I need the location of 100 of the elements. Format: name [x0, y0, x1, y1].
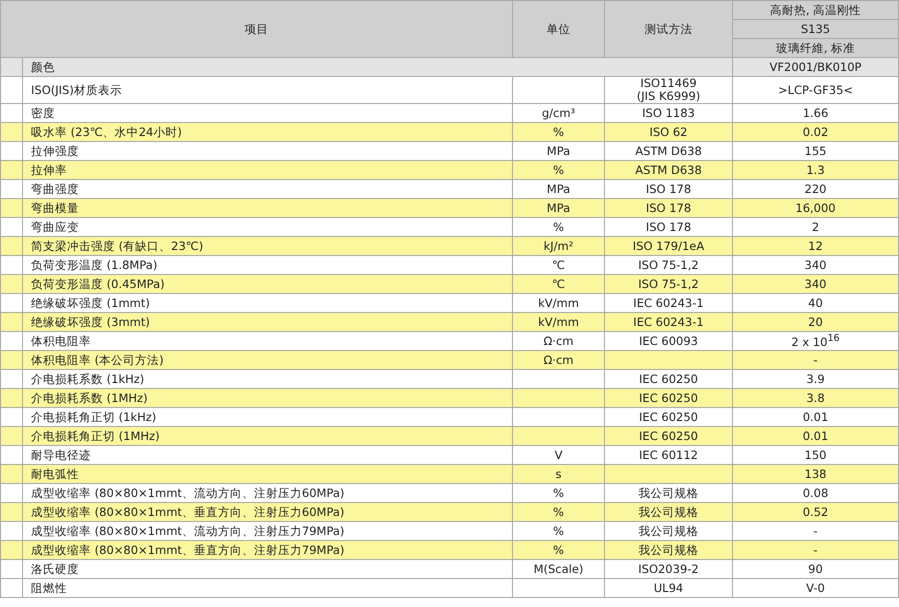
table-cell: ISO 178 — [646, 221, 692, 234]
table-cell: 耐导电径迹 — [31, 448, 91, 462]
column-header: 项目 — [0, 0, 512, 58]
table-cell: 12 — [808, 239, 823, 253]
table-cell: 0.08 — [802, 486, 828, 500]
table-cell: 138 — [804, 467, 826, 481]
table-cell: ISO(JIS)材质表示 — [31, 83, 122, 97]
table-cell: ISO 75-1,2 — [638, 259, 699, 272]
table-cell: ISO11469 (JIS K6999) — [636, 77, 700, 103]
table-cell: 我公司规格 — [638, 544, 698, 557]
table-cell: - — [813, 353, 818, 367]
table-cell: 3.9 — [806, 372, 825, 386]
table-cell: % — [553, 220, 564, 234]
table-cell: 弯曲应变 — [31, 220, 79, 234]
table-cell: % — [553, 543, 564, 557]
table-cell: 1.3 — [806, 163, 825, 177]
table-cell: % — [553, 524, 564, 538]
table-cell: kV/mm — [538, 315, 579, 329]
table-cell: Ω·cm — [544, 353, 574, 367]
table-cell: % — [553, 486, 564, 500]
table-cell: 简支梁冲击强度 (有缺口、23℃) — [31, 239, 204, 253]
table-cell: - — [813, 543, 818, 557]
table-cell: 体积电阻率 — [31, 334, 91, 348]
table-cell: 成型收缩率 (80×80×1mmt、流动方向、注射压力79MPa) — [31, 524, 344, 538]
column-header: 单位 — [512, 0, 604, 58]
table-cell: IEC 60093 — [639, 335, 698, 348]
table-cell: kJ/m² — [544, 239, 574, 253]
table-cell: 绝缘破坏强度 (1mmt) — [31, 296, 150, 310]
table-cell: 负荷变形温度 (0.45MPa) — [31, 277, 165, 291]
table-cell: UL94 — [654, 582, 684, 595]
table-cell: 介电损耗系数 (1kHz) — [31, 372, 144, 386]
table-cell: 介电损耗角正切 (1MHz) — [31, 429, 160, 443]
table-cell: M(Scale) — [534, 562, 584, 576]
table-cell: kV/mm — [538, 296, 579, 310]
table-cell: 成型收缩率 (80×80×1mmt、流动方向、注射压力60MPa) — [31, 486, 344, 500]
table-cell: 拉伸强度 — [31, 144, 79, 158]
table-cell: - — [813, 524, 818, 538]
table-cell: 3.8 — [806, 391, 825, 405]
table-cell: 2 — [812, 220, 820, 234]
table-cell: % — [553, 125, 564, 139]
table-cell: 1.66 — [802, 106, 828, 120]
table-cell: 我公司规格 — [638, 525, 698, 538]
table-cell: 220 — [804, 182, 826, 196]
table-cell: 绝缘破坏强度 (3mmt) — [31, 315, 150, 329]
table-cell: IEC 60250 — [639, 411, 698, 424]
table-cell: 16,000 — [795, 201, 836, 215]
column-header: 玻璃纤維, 标准 — [732, 38, 898, 58]
table-cell: 0.52 — [802, 505, 828, 519]
table-cell: 2 x 10$^{16}$ — [791, 335, 840, 350]
column-header: 测试方法 — [604, 0, 732, 58]
table-cell: 耐电弧性 — [31, 467, 79, 481]
table-cell: VF2001/BK010P — [732, 58, 898, 76]
table-cell: 介电损耗角正切 (1kHz) — [31, 410, 156, 424]
table-cell: V — [554, 448, 562, 462]
table-cell: 150 — [804, 448, 826, 462]
table-cell: ASTM D638 — [635, 145, 702, 158]
table-cell: 成型收缩率 (80×80×1mmt、垂直方向、注射压力79MPa) — [31, 543, 344, 557]
table-cell: 0.01 — [802, 410, 828, 424]
table-cell: MPa — [546, 144, 570, 158]
table-cell: ISO 75-1,2 — [638, 278, 699, 291]
table-cell: ISO 178 — [646, 183, 692, 196]
table-cell: 340 — [804, 277, 826, 291]
table-cell: 吸水率 (23℃、水中24小时) — [31, 125, 182, 139]
table-cell: IEC 60243-1 — [633, 297, 704, 310]
table-cell: MPa — [546, 182, 570, 196]
table-cell: 弯曲模量 — [31, 201, 79, 215]
table-cell: s — [556, 467, 562, 481]
table-cell: IEC 60243-1 — [633, 316, 704, 329]
table-cell: 弯曲强度 — [31, 182, 79, 196]
table-cell: 洛氏硬度 — [31, 562, 79, 576]
table-cell: IEC 60250 — [639, 373, 698, 386]
column-header: 高耐热, 高温刚性 — [732, 0, 898, 20]
table-cell: ISO2039-2 — [638, 563, 699, 576]
table-cell: 体积电阻率 (本公司方法) — [31, 353, 164, 367]
table-cell: ℃ — [552, 258, 565, 272]
table-cell: ISO 178 — [646, 202, 692, 215]
table-cell: % — [553, 163, 564, 177]
table-cell: 成型收缩率 (80×80×1mmt、垂直方向、注射压力60MPa) — [31, 505, 344, 519]
table-cell: Ω·cm — [544, 334, 574, 348]
table-cell: 20 — [808, 315, 823, 329]
table-cell: IEC 60250 — [639, 392, 698, 405]
table-cell: 颜色 — [22, 58, 732, 76]
table-cell: 介电损耗系数 (1MHz) — [31, 391, 148, 405]
table-cell: 0.02 — [802, 125, 828, 139]
table-cell: g/cm³ — [542, 106, 576, 120]
table-cell: IEC 60112 — [639, 449, 698, 462]
table-cell: % — [553, 505, 564, 519]
table-cell: ℃ — [552, 277, 565, 291]
table-cell: 拉伸率 — [31, 163, 67, 177]
table-cell: MPa — [546, 201, 570, 215]
table-cell: 阻燃性 — [31, 581, 67, 595]
table-cell: 40 — [808, 296, 823, 310]
table-cell: 340 — [804, 258, 826, 272]
table-cell: ISO 62 — [649, 126, 688, 139]
table-cell: IEC 60250 — [639, 430, 698, 443]
table-cell: 我公司规格 — [638, 506, 698, 519]
table-cell: 90 — [808, 562, 823, 576]
table-cell: ISO 1183 — [642, 107, 695, 120]
table-cell: 155 — [804, 144, 826, 158]
table-cell: V-0 — [806, 581, 825, 595]
